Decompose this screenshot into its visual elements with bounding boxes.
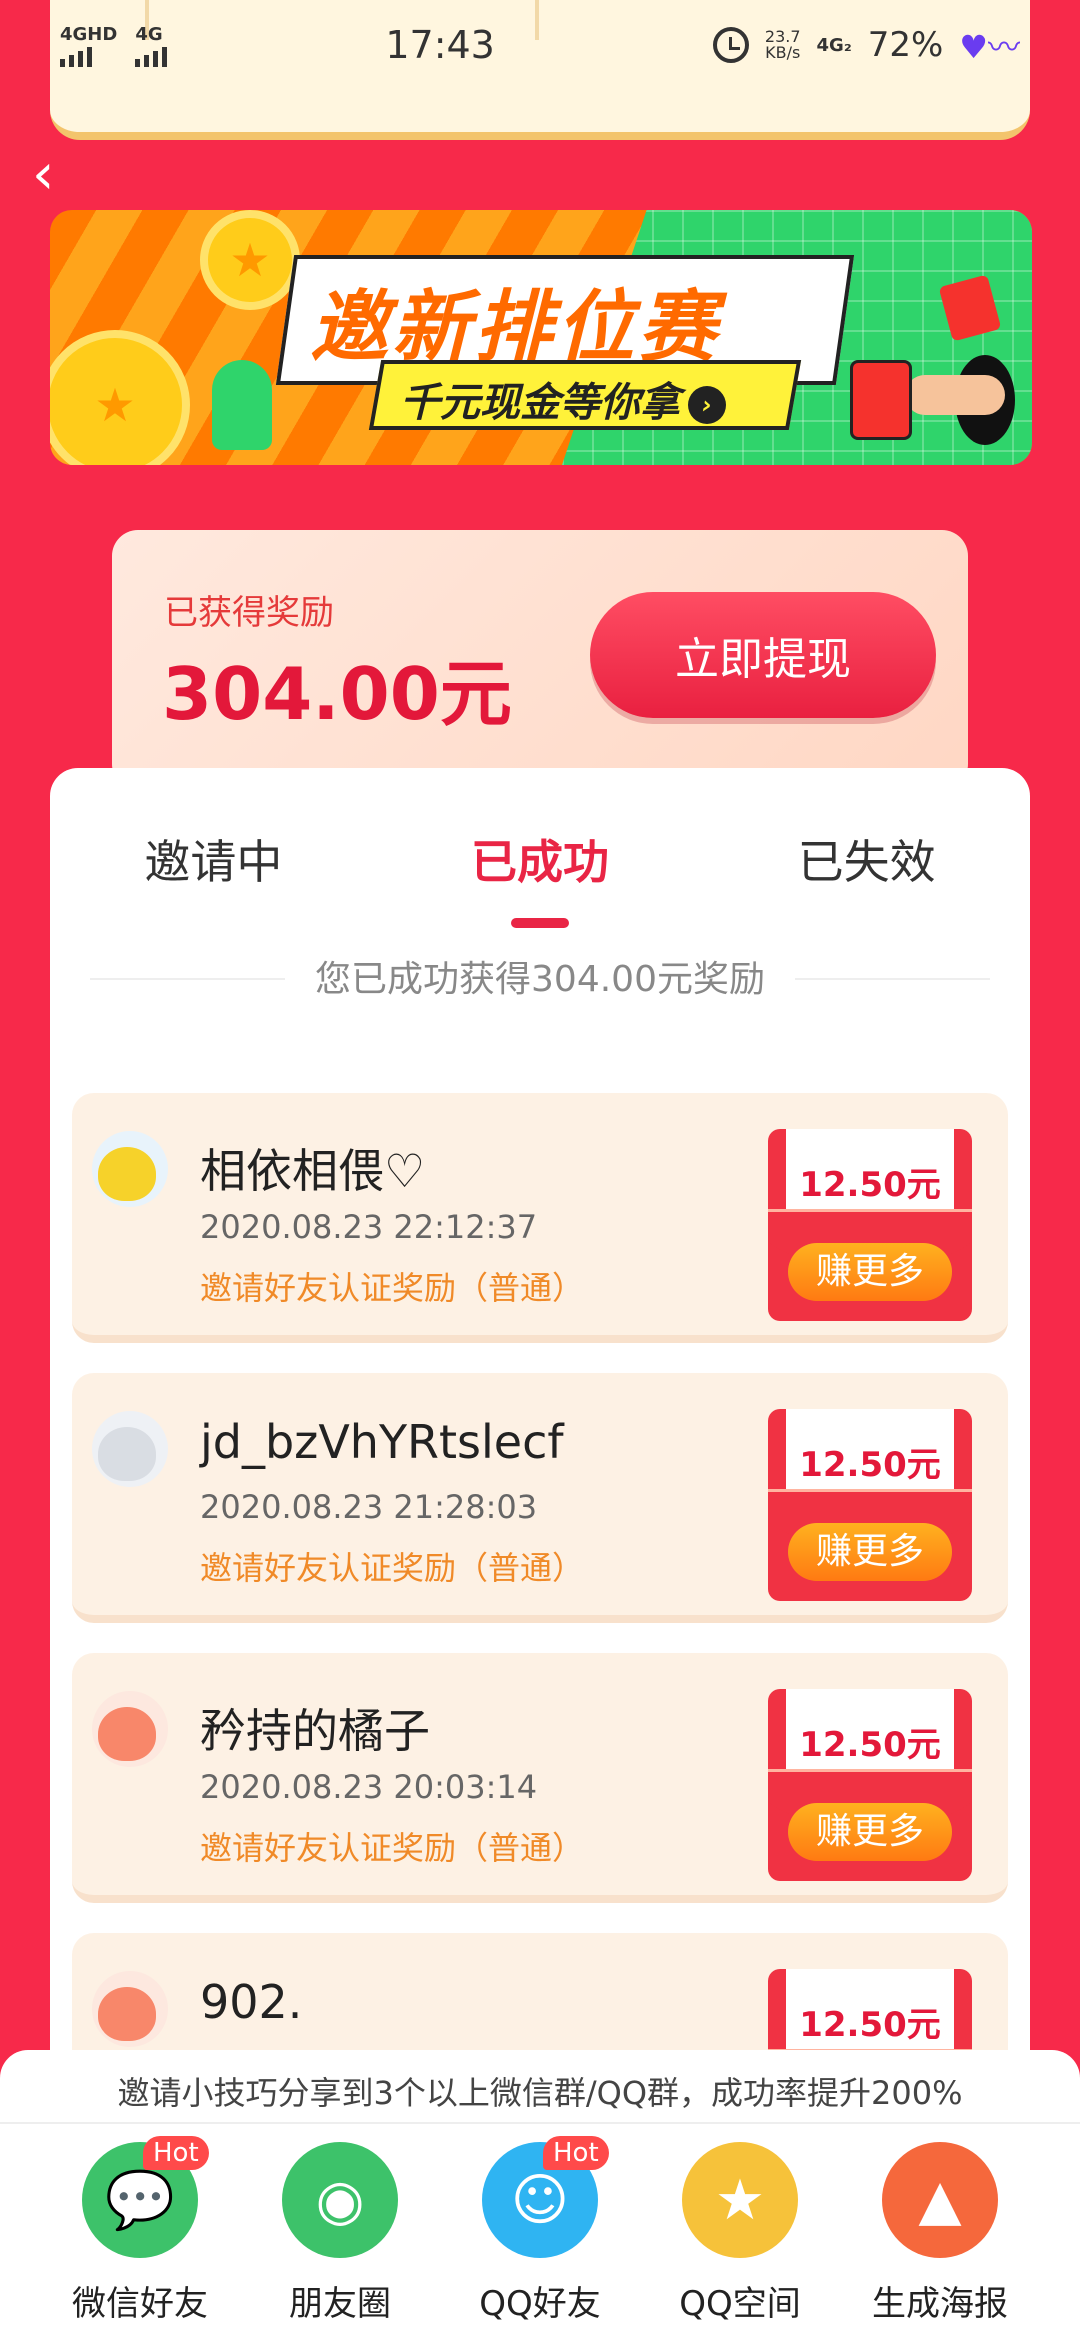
invite-desc: 邀请好友认证奖励（普通） (200, 1549, 585, 1587)
share-poster[interactable]: ▲ 生成海报 (855, 2142, 1025, 2325)
invite-desc: 邀请好友认证奖励（普通） (200, 1269, 585, 1307)
invite-panel: 邀请中 已成功 已失效 您已成功获得304.00元奖励 相依相偎♡ 2020.0… (50, 768, 1030, 2183)
invite-date: 2020.08.23 22:12:37 (200, 1208, 538, 1246)
qzone-icon: ★ (682, 2142, 798, 2258)
share-label: 生成海报 (872, 2284, 1008, 2324)
status-indicators: 23.7 KB/s 4G₂ 72% ♥〰 (712, 22, 1020, 68)
speed-unit: KB/s (765, 43, 801, 62)
signal-2: 4G (135, 23, 168, 67)
invitee-name: 902. (200, 1975, 303, 2029)
tab-expired[interactable]: 已失效 (703, 768, 1030, 908)
network-label: 4GHD (60, 23, 118, 45)
share-tip: 邀请小技巧分享到3个以上微信群/QQ群，成功率提升200% (117, 2074, 963, 2112)
tab-label: 已成功 (471, 835, 609, 889)
coin-icon: ★ (200, 210, 300, 310)
avatar[interactable] (92, 1131, 168, 1207)
arrow-right-icon: › (688, 386, 726, 424)
tab-indicator (511, 918, 569, 928)
red-packet: 12.50元 赚更多 (768, 1689, 972, 1881)
alarm-icon (712, 27, 749, 63)
hot-badge: Hot (543, 2136, 609, 2170)
share-options: 💬 Hot 微信好友 ◉ 朋友圈 ☺ Hot QQ好友 ★ QQ空间 ▲ 生成海… (0, 2136, 1080, 2325)
reward-label: 已获得奖励 (164, 593, 334, 633)
tab-bar: 邀请中 已成功 已失效 (50, 768, 1030, 928)
coin-icon: ★ (50, 330, 190, 465)
share-wechat-friends[interactable]: 💬 Hot 微信好友 (55, 2136, 225, 2325)
network-label: 4G (135, 23, 163, 45)
avatar[interactable] (92, 1971, 168, 2047)
mascot-icon (212, 360, 272, 450)
avatar-face (98, 1707, 156, 1761)
invitee-name: 相依相偎♡ (200, 1144, 426, 1198)
moments-icon: ◉ (282, 2142, 398, 2258)
earn-more-button[interactable]: 赚更多 (788, 1523, 952, 1581)
back-button[interactable]: ‹ (32, 147, 72, 203)
signal-1: 4GHD (60, 24, 117, 67)
avatar[interactable] (92, 1411, 168, 1487)
summary: 您已成功获得304.00元奖励 (50, 950, 1030, 1002)
red-packet-icon (850, 360, 912, 440)
tab-label: 邀请中 (144, 835, 283, 889)
withdraw-button[interactable]: 立即提现 (590, 592, 936, 718)
promo-banner[interactable]: ★ ★ 邀新排位赛 千元现金等你拿 › (50, 210, 1032, 465)
tab-inviting[interactable]: 邀请中 (50, 768, 377, 908)
sound-wave-icon: ♥〰 (959, 28, 1020, 66)
share-qzone[interactable]: ★ QQ空间 (655, 2142, 825, 2325)
share-qq-friends[interactable]: ☺ Hot QQ好友 (455, 2136, 625, 2325)
share-sheet: 邀请小技巧分享到3个以上微信群/QQ群，成功率提升200% 💬 Hot 微信好友… (0, 2050, 1080, 2340)
network-type: 4G₂ (816, 34, 852, 56)
tab-label: 已失效 (797, 835, 936, 889)
signal-bars-icon (135, 46, 168, 67)
invitee-name: jd_bzVhYRtslecf (200, 1415, 564, 1469)
earn-more-button[interactable]: 赚更多 (788, 1803, 952, 1861)
invite-date: 2020.08.23 21:28:03 (200, 1488, 538, 1526)
red-packet: 12.50元 赚更多 (768, 1129, 972, 1321)
hand-icon (905, 375, 1005, 415)
banner-subtitle-text: 千元现金等你拿 (400, 380, 680, 426)
list-item: jd_bzVhYRtslecf 2020.08.23 21:28:03 邀请好友… (72, 1373, 1008, 1623)
invitee-name: 矜持的橘子 (200, 1704, 430, 1758)
tab-succeeded[interactable]: 已成功 (377, 768, 704, 928)
invite-date: 2020.08.23 20:03:14 (200, 1768, 538, 1806)
poster-icon: ▲ (882, 2142, 998, 2258)
summary-text: 您已成功获得304.00元奖励 (285, 959, 795, 1000)
reward-amount: 304.00元 (162, 652, 512, 736)
share-moments[interactable]: ◉ 朋友圈 (255, 2142, 425, 2325)
list-item: 相依相偎♡ 2020.08.23 22:12:37 邀请好友认证奖励（普通） 1… (72, 1093, 1008, 1343)
hot-badge: Hot (143, 2136, 209, 2170)
sheet-divider (0, 2122, 1080, 2124)
earn-more-button[interactable]: 赚更多 (788, 1243, 952, 1301)
signal-group: 4GHD 4G (60, 23, 168, 67)
reward-card: 已获得奖励 304.00元 立即提现 (112, 530, 968, 790)
avatar-face (98, 1147, 156, 1201)
avatar-face (98, 1427, 156, 1481)
banner-subtitle: 千元现金等你拿 › (400, 370, 726, 428)
avatar-face (98, 1987, 156, 2041)
share-label: QQ空间 (679, 2284, 801, 2324)
invite-list: 相依相偎♡ 2020.08.23 22:12:37 邀请好友认证奖励（普通） 1… (72, 1093, 1008, 2213)
invite-desc: 邀请好友认证奖励（普通） (200, 1829, 585, 1867)
share-label: QQ好友 (479, 2284, 601, 2324)
share-label: 微信好友 (72, 2284, 208, 2324)
clock: 17:43 (385, 23, 495, 67)
signal-bars-icon (60, 46, 92, 67)
list-item: 矜持的橘子 2020.08.23 20:03:14 邀请好友认证奖励（普通） 1… (72, 1653, 1008, 1903)
network-speed: 23.7 KB/s (765, 29, 801, 61)
status-bar: 4GHD 4G 17:43 23.7 KB/s 4G₂ 72% ♥〰 (0, 0, 1080, 90)
avatar[interactable] (92, 1691, 168, 1767)
share-label: 朋友圈 (289, 2284, 391, 2324)
red-packet: 12.50元 赚更多 (768, 1409, 972, 1601)
battery-level: 72% (867, 25, 944, 65)
